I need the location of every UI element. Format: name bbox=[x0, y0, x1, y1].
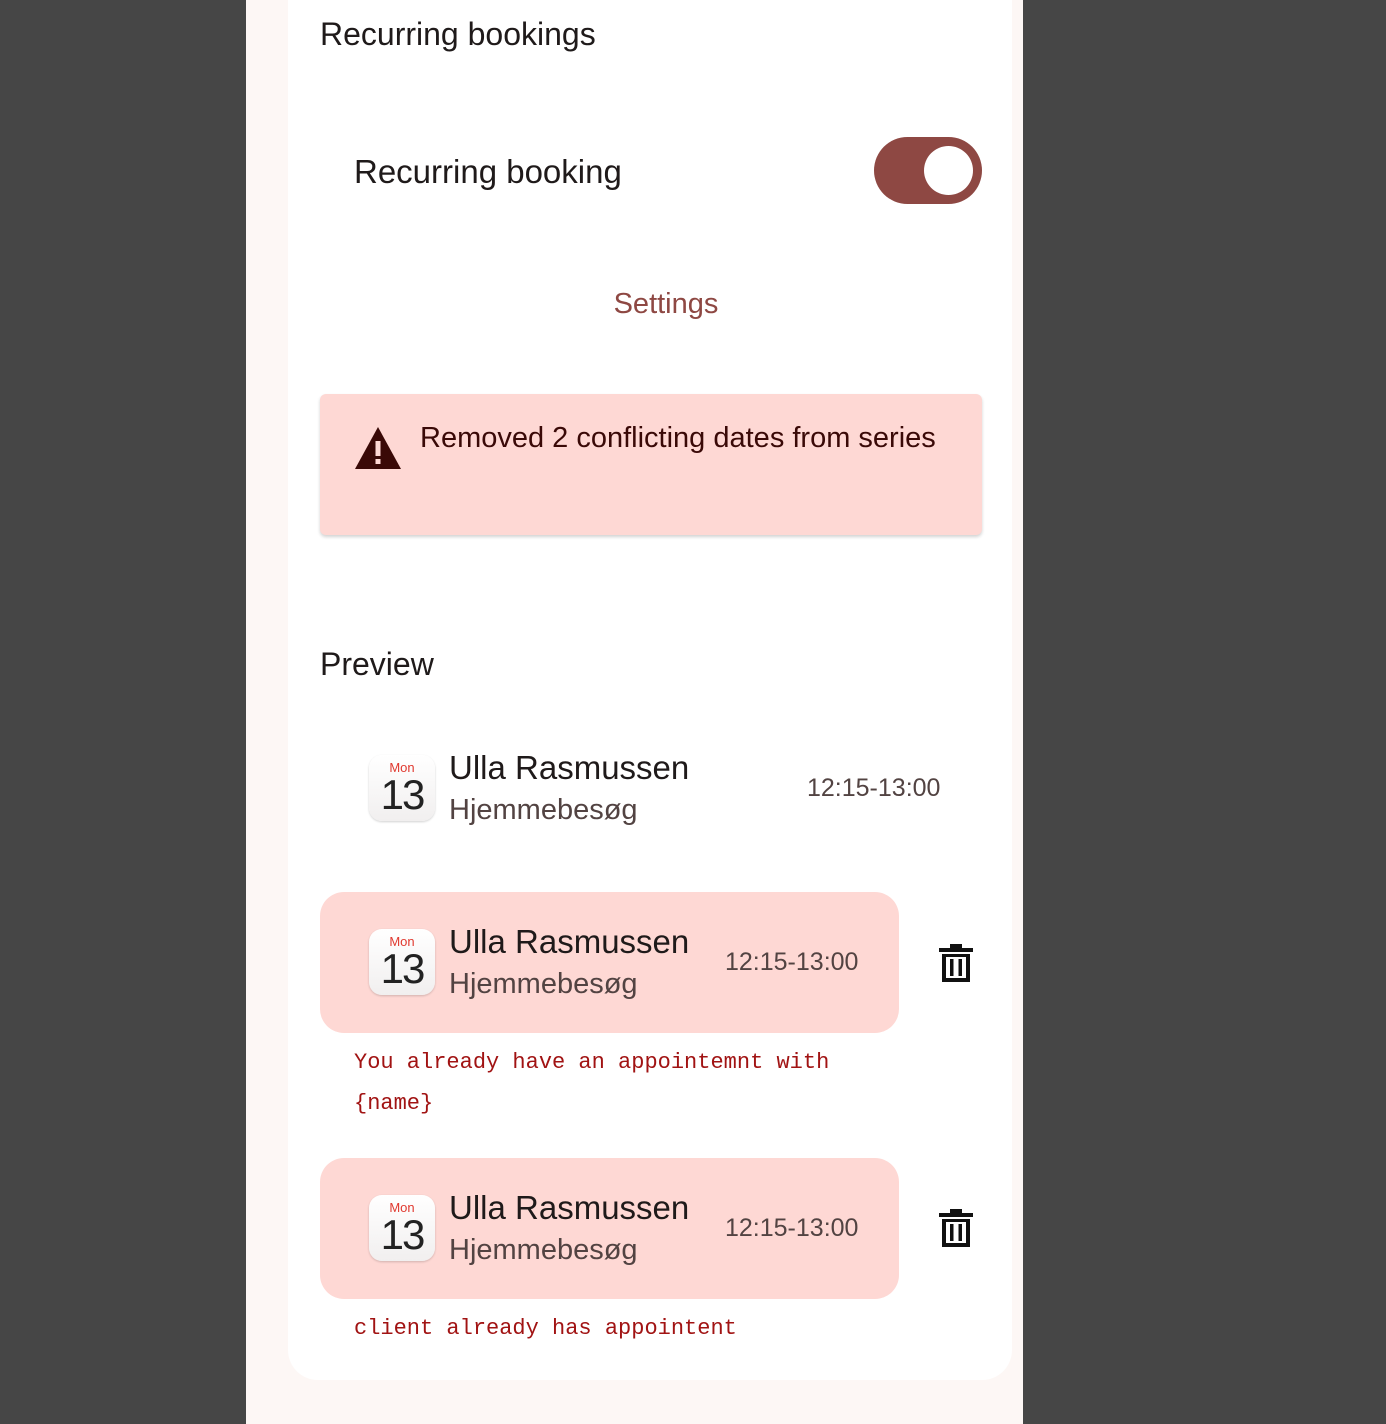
client-name: Ulla Rasmussen bbox=[449, 1189, 690, 1226]
booking-item-conflict[interactable]: Mon 13 Ulla Rasmussen Hjemmebesøg 12:15-… bbox=[320, 1158, 899, 1299]
calendar-icon: Mon 13 bbox=[369, 1195, 435, 1261]
conflict-alert: Removed 2 conflicting dates from series bbox=[320, 394, 982, 535]
settings-button[interactable]: Settings bbox=[246, 284, 1086, 324]
recurring-toggle-label: Recurring booking bbox=[354, 153, 622, 190]
booking-item-conflict[interactable]: Mon 13 Ulla Rasmussen Hjemmebesøg 12:15-… bbox=[320, 892, 899, 1033]
calendar-icon: Mon 13 bbox=[369, 755, 435, 821]
conflict-error-message: You already have an appointemnt with {na… bbox=[354, 1050, 830, 1116]
calendar-day: 13 bbox=[380, 945, 426, 992]
appointment-time: 12:15-13:00 bbox=[725, 948, 859, 976]
booking-item[interactable]: Mon 13 Ulla Rasmussen Hjemmebesøg 12:15-… bbox=[320, 718, 940, 859]
app-screen: Recurring bookings Recurring booking Set… bbox=[246, 0, 1023, 1424]
conflict-error-message: client already has appointent bbox=[354, 1316, 737, 1341]
appointment-type: Hjemmebesøg bbox=[449, 794, 638, 826]
appointment-type: Hjemmebesøg bbox=[449, 1234, 638, 1266]
appointment-time: 12:15-13:00 bbox=[807, 774, 941, 802]
client-name: Ulla Rasmussen bbox=[449, 923, 690, 960]
client-name: Ulla Rasmussen bbox=[449, 749, 690, 786]
toggle-knob bbox=[924, 146, 973, 195]
recurring-section-title: Recurring bookings bbox=[320, 16, 596, 52]
appointment-type: Hjemmebesøg bbox=[449, 968, 638, 1000]
calendar-day: 13 bbox=[380, 1211, 426, 1258]
preview-title: Preview bbox=[320, 646, 434, 682]
appointment-time: 12:15-13:00 bbox=[725, 1214, 859, 1242]
alert-message: Removed 2 conflicting dates from series bbox=[420, 422, 936, 454]
trash-icon[interactable] bbox=[938, 1208, 974, 1248]
warning-icon bbox=[355, 427, 401, 469]
recurring-toggle-switch[interactable] bbox=[874, 137, 982, 204]
calendar-day: 13 bbox=[380, 771, 426, 818]
trash-icon[interactable] bbox=[938, 943, 974, 983]
calendar-icon: Mon 13 bbox=[369, 929, 435, 995]
